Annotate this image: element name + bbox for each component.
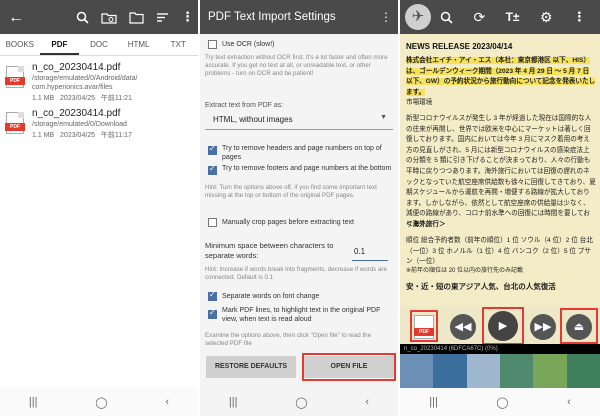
more-options-icon[interactable]: ⋮ <box>181 9 194 25</box>
system-nav-bar: ||| ◯ ‹ <box>200 388 398 416</box>
ad-banner[interactable] <box>400 354 600 388</box>
search-icon[interactable] <box>76 11 89 24</box>
file-date: 2023/04/25 <box>60 95 96 102</box>
back-icon[interactable]: ‹ <box>365 396 369 408</box>
settings-toolbar: PDF Text Import Settings ⋮ <box>200 0 398 34</box>
sort-icon[interactable] <box>156 12 169 23</box>
section-overseas-heading: ＜海外旅行＞ <box>406 221 446 228</box>
word-space-hint: Hint: Increase if words break into fragm… <box>205 266 387 281</box>
tab-txt[interactable]: TXT <box>158 34 198 55</box>
back-arrow-icon[interactable]: ← <box>8 9 24 27</box>
tab-doc[interactable]: DOC <box>79 34 119 55</box>
pdf-import-settings-panel: PDF Text Import Settings ⋮ Use OCR (slow… <box>200 0 398 416</box>
recent-apps-icon[interactable]: ||| <box>229 396 238 408</box>
play-button-highlight-box <box>482 307 524 345</box>
back-icon[interactable]: ‹ <box>165 396 169 408</box>
file-size: 1.1 MB <box>32 132 55 139</box>
pdf-button-highlight-box <box>410 310 438 342</box>
search-icon[interactable] <box>440 11 453 24</box>
file-browser-toolbar: ← ⋮ <box>0 0 198 34</box>
separate-font-label: Separate words on font change <box>222 293 320 300</box>
eject-button-highlight-box <box>560 308 598 344</box>
dropdown-caret-icon: ▼ <box>380 114 387 121</box>
reader-panel: ✈ ⟳ T± ⚙ ⋮ NEWS RELEASE 2023/04/14 株式会社エ… <box>400 0 600 416</box>
restore-defaults-button[interactable]: RESTORE DEFAULTS <box>206 356 296 378</box>
system-nav-bar: ||| ◯ ‹ <box>0 388 198 416</box>
reading-status-bar: n_co_20230414 (6DFCA67C) (0%) <box>400 344 600 354</box>
pdf-file-icon: PDF <box>5 66 25 88</box>
gear-icon[interactable]: ⚙ <box>540 9 553 26</box>
extract-format-value: HTML, without images <box>213 115 293 124</box>
more-options-icon[interactable]: ⋮ <box>573 9 586 25</box>
word-space-input[interactable]: 0.1 <box>352 247 388 261</box>
file-type-tabs: BOOKS PDF DOC HTML TXT <box>0 34 198 56</box>
file-meta: 1.1 MB 2023/04/25 午前11:17 <box>32 130 132 140</box>
use-ocr-checkbox[interactable] <box>208 40 217 49</box>
file-path-line1: /storage/emulated/0/Android/data/ <box>32 75 138 82</box>
file-name: n_co_20230414.pdf <box>32 62 121 73</box>
reader-toolbar: ✈ ⟳ T± ⚙ ⋮ <box>400 0 600 34</box>
news-intro-text: 株式会社エイチ・アイ・エス（本社：東京都港区 以下、HIS）は、ゴールデンウィー… <box>406 57 596 96</box>
home-icon[interactable]: ◯ <box>295 396 307 409</box>
market-text: 新型コロナウイルスが発生し 3 年が経過した現在は国際的な人の往来が再開し、世界… <box>406 115 596 228</box>
examine-hint: Examine the options above, then click "O… <box>205 332 372 347</box>
audio-player-bar: PDF ◀◀ ▶ ▶▶ ⏏ <box>400 306 600 345</box>
extract-format-dropdown[interactable]: HTML, without images ▼ <box>205 112 393 130</box>
mark-lines-label: Mark PDF lines, to highlight text in the… <box>222 307 381 323</box>
section-market-heading: 市場環境 <box>406 99 433 106</box>
extract-format-label: Extract text from PDF as: <box>205 102 284 109</box>
home-icon[interactable]: ◯ <box>95 396 107 409</box>
rewind-button[interactable]: ◀◀ <box>450 314 476 340</box>
file-size: 1.1 MB <box>32 95 55 102</box>
home-icon[interactable]: ◯ <box>496 396 508 409</box>
file-date: 2023/04/25 <box>60 132 96 139</box>
more-options-icon[interactable]: ⋮ <box>380 10 398 24</box>
manual-crop-label: Manually crop pages before extracting te… <box>222 219 354 226</box>
remove-hint: Hint: Turn the options above off, if you… <box>205 184 377 199</box>
file-path-line2: com.hyperionics.avar/files <box>32 84 113 91</box>
separate-font-checkbox[interactable] <box>208 290 217 301</box>
back-icon[interactable]: ‹ <box>567 396 571 408</box>
headline-text: 安・近・短の東アジア人気、台北の人気復活 <box>406 282 556 291</box>
sync-icon[interactable]: ⟳ <box>474 9 486 26</box>
tab-html[interactable]: HTML <box>119 34 159 55</box>
file-name: n_co_20230414.pdf <box>32 108 121 119</box>
file-browser-panel: ← ⋮ BOOKS PDF DOC HTML TXT PDF n_co_2023… <box>0 0 198 416</box>
remove-footers-checkbox[interactable] <box>208 164 217 175</box>
fast-forward-button[interactable]: ▶▶ <box>530 314 556 340</box>
text-format-icon[interactable]: T± <box>506 10 520 24</box>
remove-headers-checkbox[interactable] <box>208 144 217 155</box>
cloud-folder-icon[interactable] <box>101 11 117 24</box>
file-time: 午前11:21 <box>100 95 132 102</box>
ranking-note: ※前年の順位は 20 位以内の旅行先のみ記載 <box>406 268 524 274</box>
remove-headers-label: Try to remove headers and page numbers o… <box>222 145 382 161</box>
file-time: 午前11:17 <box>100 132 132 139</box>
file-list-item[interactable]: PDF n_co_20230414.pdf /storage/emulated/… <box>0 60 198 106</box>
ranking-text: 順位 総合予約者数（前年の順位）1 位 ソウル（4 位）2 位 台北（一位）3 … <box>406 237 593 266</box>
file-path-line1: /storage/emulated/0/Download <box>32 121 127 128</box>
system-nav-bar: ||| ◯ ‹ <box>400 388 600 416</box>
folder-icon[interactable] <box>129 11 144 24</box>
open-file-highlight-box <box>302 353 396 381</box>
news-intro: 株式会社エイチ・アイ・エス（本社：東京都港区 以下、HIS）は、ゴールデンウィー… <box>406 56 596 98</box>
word-space-label: Minimum space between characters to sepa… <box>205 241 334 260</box>
recent-apps-icon[interactable]: ||| <box>429 396 438 408</box>
ocr-hint: Try text extraction without OCR first. I… <box>205 54 388 77</box>
manual-crop-checkbox[interactable] <box>208 218 217 227</box>
pdf-file-icon: PDF <box>5 112 25 134</box>
recent-apps-icon[interactable]: ||| <box>29 396 38 408</box>
mark-lines-checkbox[interactable] <box>208 308 217 319</box>
tab-books[interactable]: BOOKS <box>0 34 40 55</box>
use-ocr-label: Use OCR (slow!) <box>222 41 275 48</box>
file-list-item[interactable]: PDF n_co_20230414.pdf /storage/emulated/… <box>0 106 198 152</box>
tab-pdf[interactable]: PDF <box>39 34 80 55</box>
settings-title: PDF Text Import Settings <box>208 11 336 23</box>
file-meta: 1.1 MB 2023/04/25 午前11:21 <box>32 93 132 103</box>
remove-footers-label: Try to remove footers and page numbers a… <box>222 165 392 172</box>
news-title: NEWS RELEASE 2023/04/14 <box>406 42 513 51</box>
